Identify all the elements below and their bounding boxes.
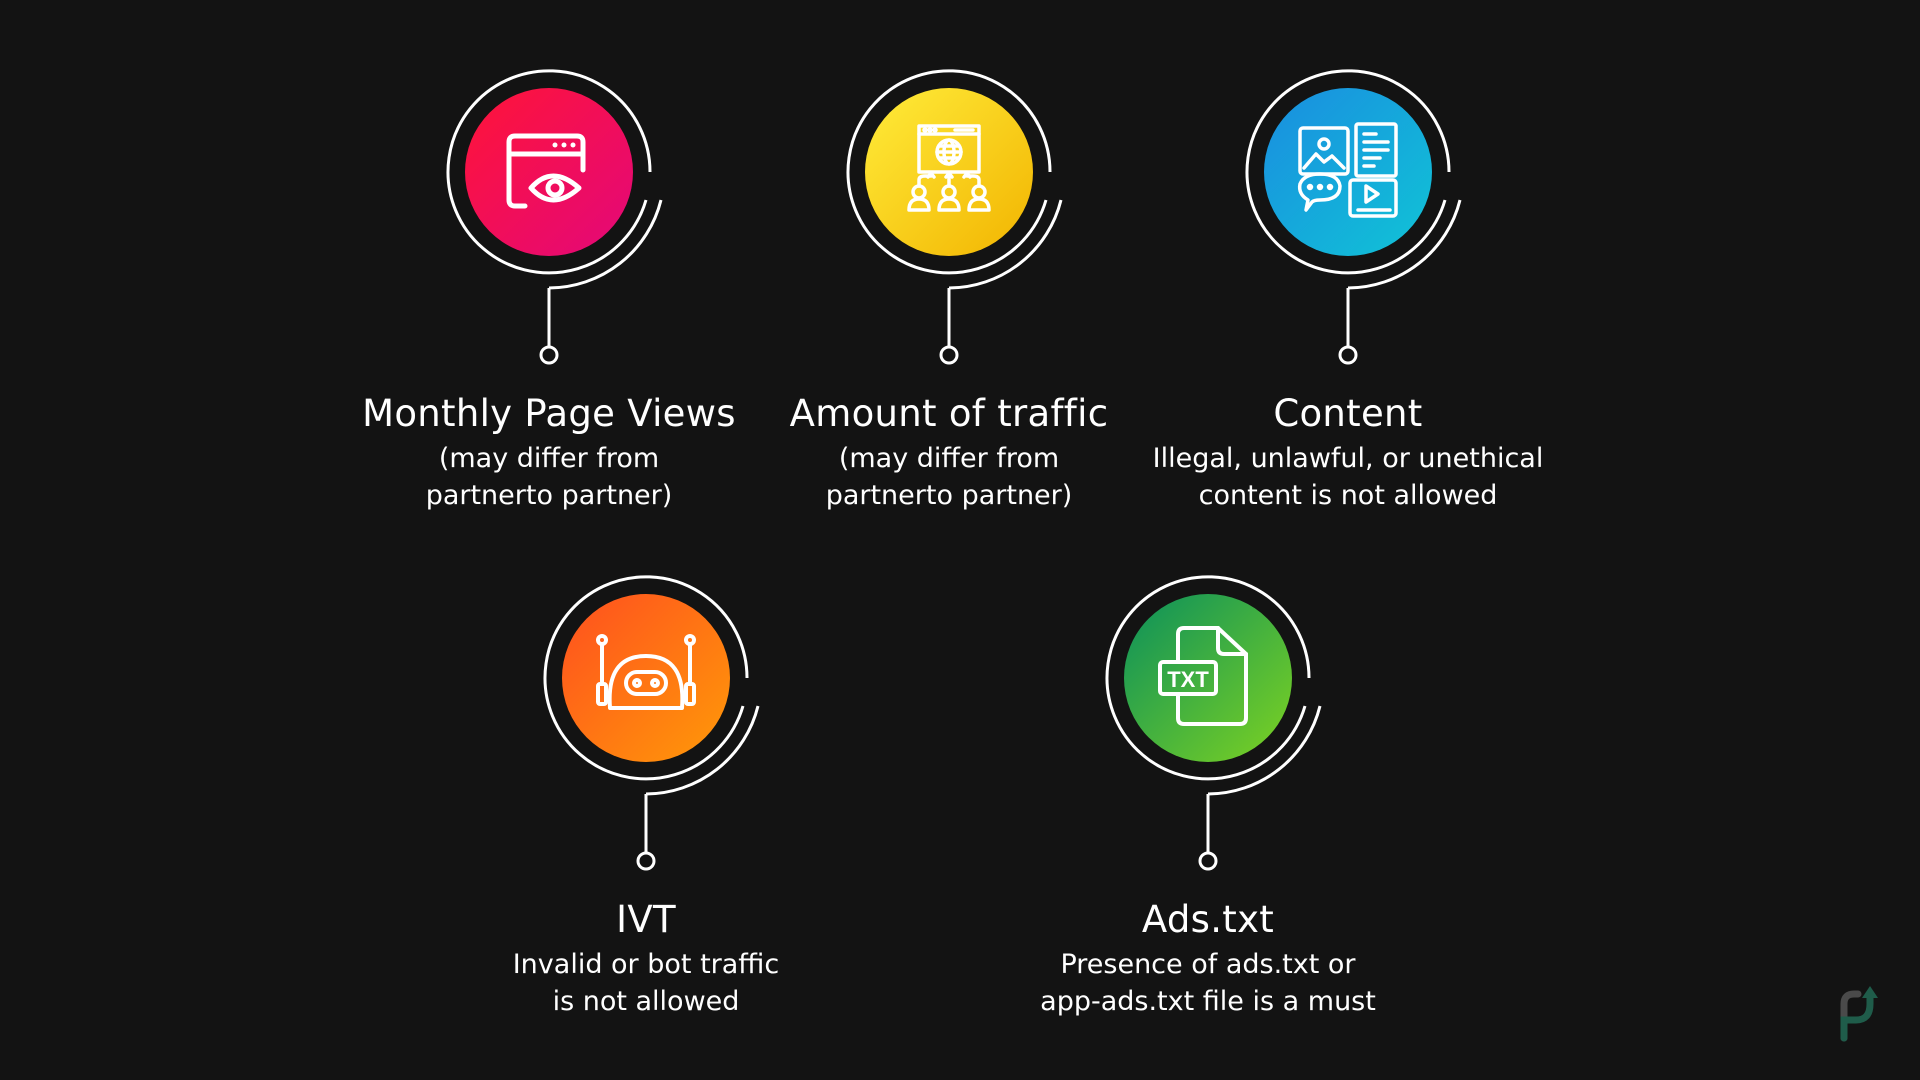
icon-disc [562,594,730,762]
criterion-description: Presence of ads.txt or app-ads.txt file … [948,946,1468,1020]
connector-dot [1338,345,1358,365]
criterion-title: IVT [616,898,676,941]
description-line: content is not allowed [1198,480,1498,511]
connector-dot [939,345,959,365]
txt-label: TXT [1167,667,1209,692]
ring-graphic [1245,69,1462,365]
criterion-node [809,32,1089,372]
criterion-node [1208,32,1488,372]
criterion-description: Invalid or bot traffic is not allowed [386,946,906,1020]
description-line: Illegal, unlawful, or unethical [1152,443,1544,474]
criterion-title: Content [1273,392,1423,435]
ring-graphic: TXT [1105,575,1322,871]
description-line: is not allowed [552,986,740,1017]
connector-dot [636,851,656,871]
connector-dot [539,345,559,365]
brand-p-arrow-logo-icon [1840,986,1878,1042]
criterion-node [409,32,689,372]
criterion-node [506,538,786,878]
icon-disc [465,88,633,256]
criterion-title: Ads.txt [1141,898,1275,941]
criterion-label: IVT Invalid or bot traffic is not allowe… [386,896,906,1020]
criterion-node: TXT [1068,538,1348,878]
criterion-label: Ads.txt Presence of ads.txt or app-ads.t… [948,896,1468,1020]
description-line: app-ads.txt file is a must [1040,986,1376,1017]
ring-graphic [846,69,1063,365]
criterion-label: Content Illegal, unlawful, or unethical … [1088,390,1608,514]
ring-graphic [543,575,760,871]
criterion-description: Illegal, unlawful, or unethical content … [1088,440,1608,514]
description-line: Invalid or bot traffic [512,949,780,980]
ring-graphic [446,69,663,365]
connector-dot [1198,851,1218,871]
description-line: Presence of ads.txt or [1060,949,1356,980]
